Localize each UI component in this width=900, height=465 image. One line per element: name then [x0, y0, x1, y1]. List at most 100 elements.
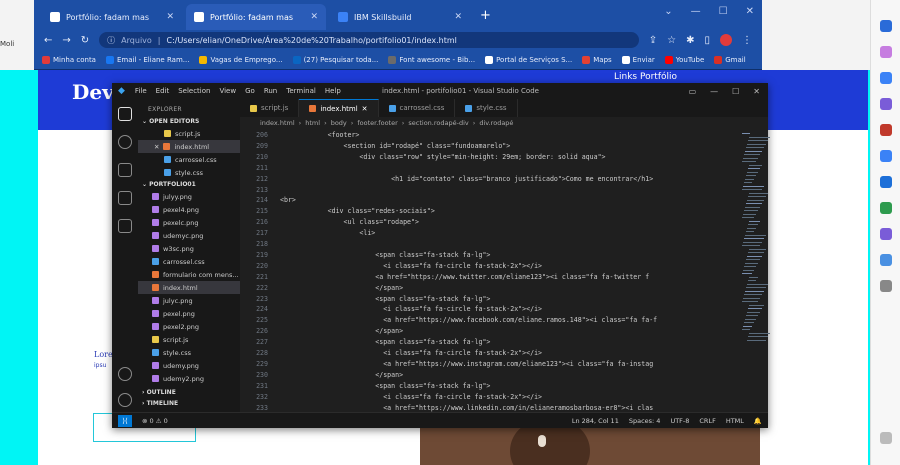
indentation-status[interactable]: Spaces: 4: [629, 417, 661, 425]
star-icon[interactable]: ☆: [667, 35, 676, 46]
bookmark-item[interactable]: YouTube: [664, 56, 704, 64]
bookmark-item[interactable]: Minha conta: [42, 56, 96, 64]
menu-item[interactable]: Go: [245, 87, 255, 95]
menu-icon[interactable]: ⋮: [742, 35, 752, 46]
source-control-icon[interactable]: [118, 163, 132, 177]
editor-tab[interactable]: index.html ✕: [299, 99, 379, 117]
timeline-header[interactable]: › TIMELINE: [138, 398, 240, 409]
problems-status[interactable]: ⊗ 0 ⚠ 0: [142, 417, 168, 425]
tag-icon[interactable]: [880, 46, 892, 58]
url-field[interactable]: ⓘ Arquivo | C:/Users/elian/OneDrive/Área…: [99, 32, 639, 48]
menu-item[interactable]: Selection: [178, 87, 210, 95]
telegram-icon[interactable]: [880, 254, 892, 266]
menu-item[interactable]: File: [135, 87, 147, 95]
back-icon[interactable]: ←: [44, 35, 52, 46]
reload-icon[interactable]: ↻: [81, 35, 89, 46]
forward-icon[interactable]: →: [62, 35, 70, 46]
breadcrumb-item[interactable]: index.html: [260, 119, 295, 127]
file-tree-item[interactable]: style.css: [138, 346, 240, 359]
bookmark-item[interactable]: Email - Eliane Ram...: [105, 56, 189, 64]
file-tree-item[interactable]: carrossel.css: [138, 255, 240, 268]
search-icon[interactable]: [118, 135, 132, 149]
file-tree-item[interactable]: udemyc.png: [138, 229, 240, 242]
chrome-tab[interactable]: IBM Skillsbuild ✕: [330, 4, 470, 30]
language-status[interactable]: HTML: [726, 417, 744, 425]
bookmark-item[interactable]: Enviar: [621, 56, 655, 64]
close-icon[interactable]: ✕: [753, 87, 760, 96]
encoding-status[interactable]: UTF-8: [670, 417, 689, 425]
chrome-tab[interactable]: Portfólio: fadam mas ✕: [42, 4, 182, 30]
cursor-position[interactable]: Ln 284, Col 11: [572, 417, 619, 425]
file-tree-item[interactable]: pexel.png: [138, 307, 240, 320]
games-icon[interactable]: [880, 98, 892, 110]
open-editor-item[interactable]: style.css: [138, 166, 240, 179]
settings-icon[interactable]: [880, 432, 892, 444]
new-tab-icon[interactable]: +: [480, 8, 491, 23]
file-tree-item[interactable]: udemy2.png: [138, 372, 240, 385]
edge-tab-label[interactable]: Moli: [0, 40, 14, 48]
menu-item[interactable]: View: [219, 87, 236, 95]
chrome-tab-active[interactable]: Portfólio: fadam mas ✕: [186, 4, 326, 30]
file-tree-item[interactable]: udemy.png: [138, 359, 240, 372]
menu-item[interactable]: Edit: [156, 87, 170, 95]
open-editor-item[interactable]: ✕ index.html: [138, 140, 240, 153]
bell-icon[interactable]: 🔔: [754, 417, 762, 425]
bing-icon[interactable]: [880, 20, 892, 32]
file-tree-item[interactable]: pexel2.png: [138, 320, 240, 333]
close-icon[interactable]: ✕: [362, 105, 368, 113]
file-tree-item[interactable]: script.js: [138, 333, 240, 346]
menu-item[interactable]: Help: [325, 87, 341, 95]
bookmark-item[interactable]: Gmail: [714, 56, 746, 64]
open-editors-header[interactable]: ⌄ OPEN EDITORS: [138, 116, 240, 127]
file-tree-item[interactable]: pexelc.png: [138, 216, 240, 229]
outlook-icon[interactable]: [880, 176, 892, 188]
close-icon[interactable]: ✕: [746, 6, 754, 17]
editor-tab[interactable]: style.css: [455, 99, 518, 117]
extensions-icon[interactable]: ✱: [686, 35, 694, 46]
bookmark-item[interactable]: (27) Pesquisar toda...: [292, 56, 378, 64]
breadcrumb-item[interactable]: section.rodapé-div: [408, 119, 468, 127]
menu-item[interactable]: Terminal: [286, 87, 316, 95]
close-icon[interactable]: ✕: [166, 12, 174, 22]
editor-tab[interactable]: script.js: [240, 99, 300, 117]
bookmark-item[interactable]: Portal de Serviços S...: [485, 56, 572, 64]
open-editor-item[interactable]: script.js: [138, 127, 240, 140]
breadcrumb-item[interactable]: div.rodapé: [479, 119, 513, 127]
maximize-icon[interactable]: ☐: [719, 6, 728, 17]
minimize-icon[interactable]: —: [710, 87, 718, 96]
menu-item[interactable]: Run: [264, 87, 277, 95]
shopping-icon[interactable]: [880, 72, 892, 84]
open-editor-item[interactable]: carrossel.css: [138, 153, 240, 166]
file-tree-item[interactable]: index.html: [138, 281, 240, 294]
office-icon[interactable]: [880, 150, 892, 162]
file-tree-item[interactable]: julyc.png: [138, 294, 240, 307]
bookmark-item[interactable]: Maps: [582, 56, 612, 64]
layout-icon[interactable]: ▭: [689, 87, 697, 96]
page-header-link[interactable]: Links Portfólio: [614, 72, 677, 82]
code-editor[interactable]: 206 <footer> 209 <section id="rodapé" cla…: [240, 129, 740, 412]
minimize-icon[interactable]: —: [691, 6, 701, 17]
breadcrumb-item[interactable]: html: [305, 119, 320, 127]
add-icon[interactable]: [880, 280, 892, 292]
file-tree-item[interactable]: julyy.png: [138, 190, 240, 203]
profile-icon[interactable]: [720, 34, 732, 46]
chevron-down-icon[interactable]: ⌄: [664, 6, 672, 17]
maximize-icon[interactable]: ☐: [732, 87, 739, 96]
editor-tab[interactable]: carrossel.css: [379, 99, 456, 117]
close-icon[interactable]: ✕: [454, 12, 462, 22]
outline-header[interactable]: › OUTLINE: [138, 387, 240, 398]
remote-icon[interactable]: ⟩⟨: [118, 414, 132, 427]
folder-header[interactable]: ⌄ PORTFOLIO01: [138, 179, 240, 190]
close-icon[interactable]: ✕: [310, 12, 318, 22]
bookmark-item[interactable]: Vagas de Emprego...: [199, 56, 283, 64]
run-debug-icon[interactable]: [118, 191, 132, 205]
extensions-icon[interactable]: [118, 219, 132, 233]
breadcrumb-item[interactable]: footer.footer: [357, 119, 397, 127]
sidepanel-icon[interactable]: ▯: [704, 35, 710, 46]
minimap[interactable]: [740, 129, 770, 412]
close-icon[interactable]: ✕: [154, 143, 159, 151]
share-icon[interactable]: ⇪: [649, 35, 657, 46]
designer-icon[interactable]: [880, 228, 892, 240]
drop-icon[interactable]: [880, 202, 892, 214]
breadcrumb-item[interactable]: body: [331, 119, 347, 127]
